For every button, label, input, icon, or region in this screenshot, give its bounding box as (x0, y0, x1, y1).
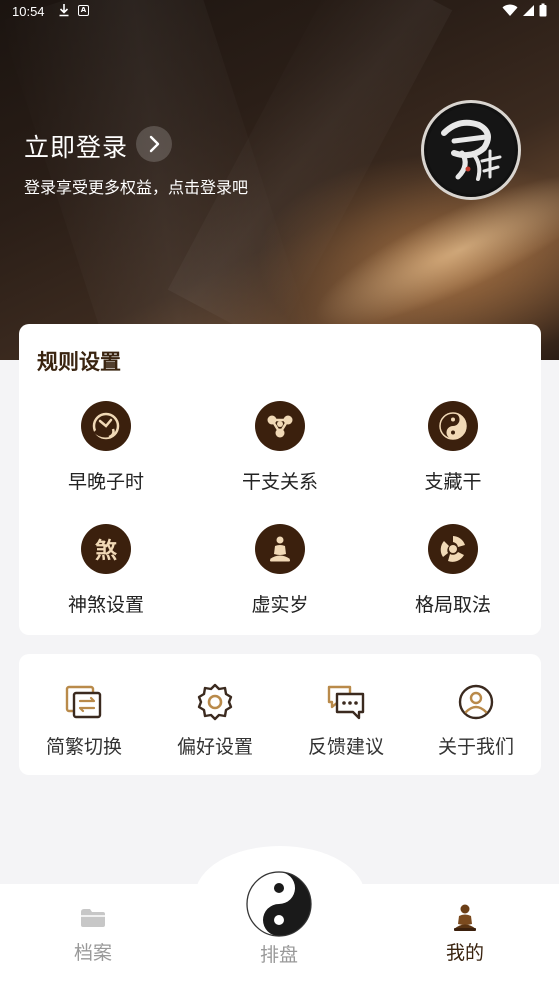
rules-title: 规则设置 (37, 350, 121, 374)
yinyang-icon (428, 401, 478, 451)
folder-icon (43, 904, 143, 932)
wifi-icon (502, 4, 518, 16)
nav-label: 档案 (73, 942, 112, 964)
rule-item-label: 支藏干 (424, 471, 482, 493)
rule-item-label: 干支关系 (241, 471, 318, 493)
login-title[interactable]: 立即登录 (24, 128, 128, 164)
sha-glyph: 煞 (94, 539, 117, 564)
nav-item-dangan[interactable]: 档案 (43, 904, 143, 965)
tool-pianhao-shezhi[interactable]: 偏好设置 (155, 682, 275, 759)
download-icon (58, 3, 70, 20)
rule-item-label: 神煞设置 (67, 594, 144, 616)
taiji-icon[interactable] (245, 870, 313, 938)
rule-item-ganzhi-guanxi[interactable]: 干支关系 (220, 401, 340, 494)
nav-item-paipan[interactable]: 排盘 (229, 940, 329, 967)
tool-jianfan-qiehuan[interactable]: 简繁切换 (24, 682, 144, 759)
battery-icon (539, 3, 547, 17)
tool-guanyu-women[interactable]: 关于我们 (416, 682, 536, 759)
triskele-swirl-icon (428, 524, 478, 574)
tool-label: 简繁切换 (45, 736, 122, 758)
tool-label: 关于我们 (437, 736, 514, 758)
rule-item-xushi-sui[interactable]: 虚实岁 (220, 524, 340, 617)
nav-label: 排盘 (259, 944, 298, 966)
signal-icon (523, 4, 534, 16)
chat-bubbles-icon (326, 682, 366, 722)
status-time: 10:54 (12, 4, 45, 19)
user-circle-icon (456, 682, 496, 722)
rule-item-shensha-shezhi[interactable]: 煞 神煞设置 (46, 524, 166, 617)
tool-label: 偏好设置 (176, 736, 253, 758)
rule-item-geju-qufa[interactable]: 格局取法 (393, 524, 513, 617)
login-subtitle[interactable]: 登录享受更多权益，点击登录吧 (24, 174, 248, 198)
gear-icon (195, 682, 235, 722)
tools-card: 简繁切换 偏好设置 反馈建议 关于我们 (19, 654, 541, 775)
login-arrow-button[interactable] (136, 126, 172, 162)
status-bar: 10:54 A (0, 0, 559, 24)
meditation-figure-icon (255, 524, 305, 574)
rules-settings-card: 规则设置 早晚子时 干支关系 支藏干 煞 神煞设置 虚实岁 格局取法 (19, 324, 541, 635)
nav-item-wode[interactable]: 我的 (415, 902, 515, 965)
tool-fankui-jianyi[interactable]: 反馈建议 (286, 682, 406, 759)
app-notification-icon: A (78, 5, 89, 16)
chevron-right-icon (149, 135, 160, 153)
rule-item-label: 虚实岁 (251, 594, 309, 616)
tool-label: 反馈建议 (307, 736, 384, 758)
buddha-figure-icon (415, 902, 515, 932)
rule-item-label: 早晚子时 (67, 471, 144, 493)
clock-swirl-icon (81, 401, 131, 451)
switch-document-icon (64, 682, 104, 722)
app-logo (421, 100, 521, 200)
nav-label: 我的 (445, 942, 484, 964)
rule-item-zhi-cang-gan[interactable]: 支藏干 (393, 401, 513, 494)
rule-item-label: 格局取法 (414, 594, 491, 616)
node-network-icon (255, 401, 305, 451)
sha-character-icon: 煞 (81, 524, 131, 574)
rule-item-zaowan-zishi[interactable]: 早晚子时 (46, 401, 166, 494)
